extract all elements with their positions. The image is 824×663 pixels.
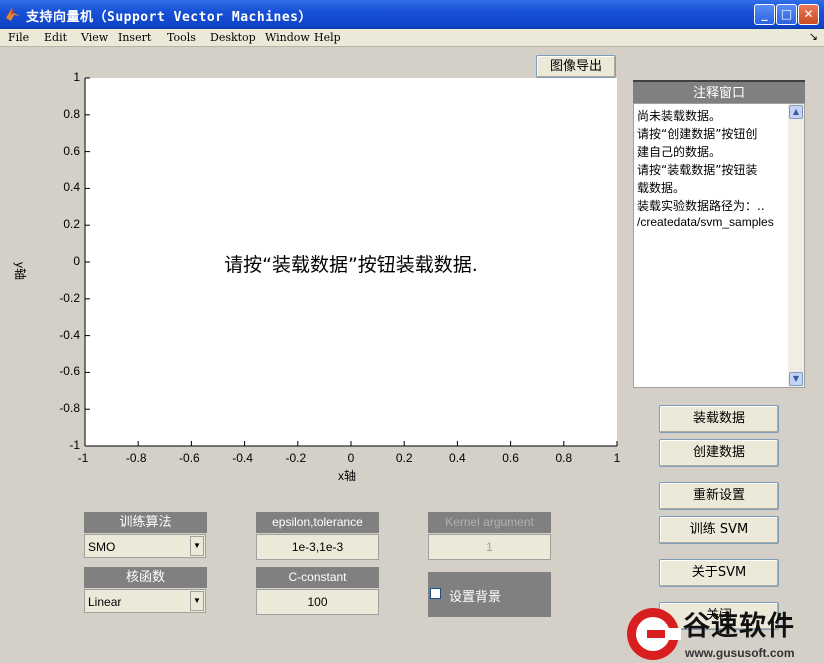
kernel-select[interactable]: Linear ▼	[84, 589, 206, 613]
x-tick-label: 0.8	[555, 451, 573, 465]
y-tick-label: 0.4	[63, 180, 80, 195]
note-line: 装载实验数据路径为：..	[637, 199, 765, 213]
watermark-url: www.gususoft.com	[685, 646, 795, 660]
scroll-down-icon[interactable]: ▼	[789, 372, 803, 386]
note-line: /createdata/svm_samples	[637, 215, 774, 229]
y-tick-label: -0.2	[59, 290, 80, 305]
y-tick-label: 0.2	[63, 217, 80, 232]
c-constant-label: C-constant	[256, 567, 379, 588]
y-tick-label: 0	[73, 254, 80, 268]
y-tick-label: -1	[69, 438, 80, 452]
gususoft-logo-icon	[627, 608, 681, 660]
y-tick-label: -0.6	[59, 364, 80, 379]
x-tick-label: -0.6	[179, 451, 200, 465]
create-data-button[interactable]: 创建数据	[659, 439, 779, 467]
y-tick-label: 0.6	[63, 143, 80, 158]
algorithm-label: 训练算法	[84, 512, 207, 533]
x-tick-label: -0.8	[125, 451, 147, 465]
epsilon-label: epsilon,tolerance	[256, 512, 379, 533]
x-tick-label: -1	[77, 451, 89, 465]
background-option: 设置背景	[428, 572, 551, 617]
chevron-down-icon[interactable]: ▼	[190, 591, 204, 611]
note-line: 请按“装载数据”按钮装	[637, 163, 758, 177]
background-label: 设置背景	[449, 590, 502, 605]
kernel-argument-input[interactable]: 1	[428, 534, 551, 560]
watermark-title: 谷速软件	[683, 611, 795, 642]
algorithm-value: SMO	[88, 540, 116, 554]
c-constant-input[interactable]: 100	[256, 589, 379, 615]
kernel-value: Linear	[88, 595, 122, 609]
y-tick-label: -0.4	[59, 327, 80, 342]
kernel-argument-label: Kernel argument	[428, 512, 551, 533]
notes-scrollbar[interactable]: ▲ ▼	[788, 104, 804, 387]
note-line: 载数据。	[637, 181, 686, 195]
notes-header: 注释窗口	[633, 80, 805, 103]
about-svm-button[interactable]: 关于SVM	[659, 559, 779, 587]
algorithm-select[interactable]: SMO ▼	[84, 534, 206, 558]
note-line: 建自己的数据。	[637, 145, 722, 159]
train-svm-button[interactable]: 训练 SVM	[659, 516, 779, 544]
chevron-down-icon[interactable]: ▼	[190, 536, 204, 556]
x-tick-label: 0.2	[395, 451, 413, 465]
x-tick-label: 0.6	[502, 451, 519, 465]
y-tick-label: 0.8	[63, 106, 80, 121]
notes-window[interactable]: 尚未装载数据。 请按“创建数据”按钮创 建自己的数据。 请按“装载数据”按钮装 …	[633, 103, 805, 388]
reset-button[interactable]: 重新设置	[659, 482, 779, 510]
x-tick-label: 0	[347, 451, 355, 465]
background-checkbox[interactable]	[430, 588, 441, 599]
watermark: 谷速软件 www.gususoft.com	[625, 602, 824, 663]
note-line: 请按“创建数据”按钮创	[637, 127, 758, 141]
plot-message: 请按“装载数据”按钮装载数据.	[224, 254, 478, 276]
y-axis-label: y轴	[13, 262, 27, 281]
x-axis-label: x轴	[338, 469, 357, 483]
load-data-button[interactable]: 装载数据	[659, 405, 779, 433]
y-tick-label: -0.8	[59, 401, 80, 416]
x-tick-label: 1	[613, 451, 621, 465]
y-tick-label: 1	[73, 70, 80, 84]
x-tick-label: 0.4	[449, 451, 466, 465]
x-tick-label: -0.2	[285, 451, 307, 465]
note-line: 尚未装载数据。	[637, 109, 722, 123]
epsilon-input[interactable]: 1e-3,1e-3	[256, 534, 379, 560]
x-tick-label: -0.4	[232, 451, 253, 465]
scroll-up-icon[interactable]: ▲	[789, 105, 803, 119]
kernel-label: 核函数	[84, 567, 207, 588]
